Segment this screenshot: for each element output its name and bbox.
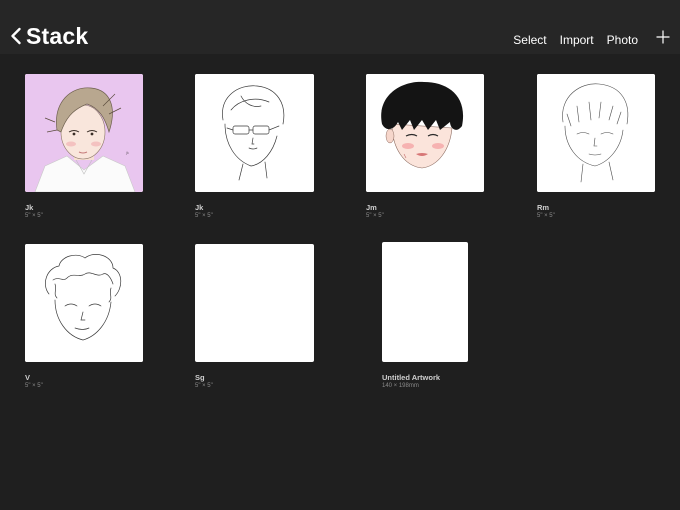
- artwork-dimensions: 5" × 5": [537, 213, 555, 219]
- chevron-left-icon: [10, 27, 22, 45]
- artwork-dimensions: 5" × 5": [25, 383, 43, 389]
- artwork-dimensions: 140 × 198mm: [382, 383, 419, 389]
- artwork-thumbnail[interactable]: [382, 242, 468, 362]
- artwork-title: Rm: [537, 203, 550, 212]
- artwork-title: Jk: [195, 203, 204, 212]
- artwork-title: Jk: [25, 203, 34, 212]
- artwork-dimensions: 5" × 5": [195, 383, 213, 389]
- artwork-title: Jm: [366, 203, 377, 212]
- photo-button[interactable]: Photo: [607, 33, 638, 47]
- select-button[interactable]: Select: [513, 33, 546, 47]
- artwork-title: V: [25, 373, 31, 382]
- back-to-gallery-button[interactable]: Stack: [10, 22, 88, 50]
- artwork-dimensions: 5" × 5": [25, 213, 43, 219]
- artwork-thumbnail[interactable]: [25, 244, 143, 362]
- artwork-thumbnail[interactable]: [195, 74, 314, 192]
- import-button[interactable]: Import: [560, 33, 594, 47]
- artwork-thumbnail[interactable]: [195, 244, 314, 362]
- stack-title: Stack: [26, 22, 89, 49]
- artwork-title: Sg: [195, 373, 205, 382]
- artwork-thumbnail[interactable]: jk: [25, 74, 143, 192]
- artwork-dimensions: 5" × 5": [366, 213, 384, 219]
- toolbar-actions: Select Import Photo: [500, 30, 670, 47]
- artwork-grid: jk Jk 5" × 5" Jk 5" × 5" Jm 5" × 5" Rm 5…: [0, 54, 680, 510]
- artwork-thumbnail[interactable]: [366, 74, 484, 192]
- top-bar: Stack Select Import Photo: [0, 0, 680, 54]
- artwork-title: Untitled Artwork: [382, 373, 441, 382]
- svg-text:jk: jk: [125, 150, 129, 155]
- artwork-thumbnail[interactable]: [537, 74, 655, 192]
- plus-icon[interactable]: [656, 30, 670, 47]
- artwork-dimensions: 5" × 5": [195, 213, 213, 219]
